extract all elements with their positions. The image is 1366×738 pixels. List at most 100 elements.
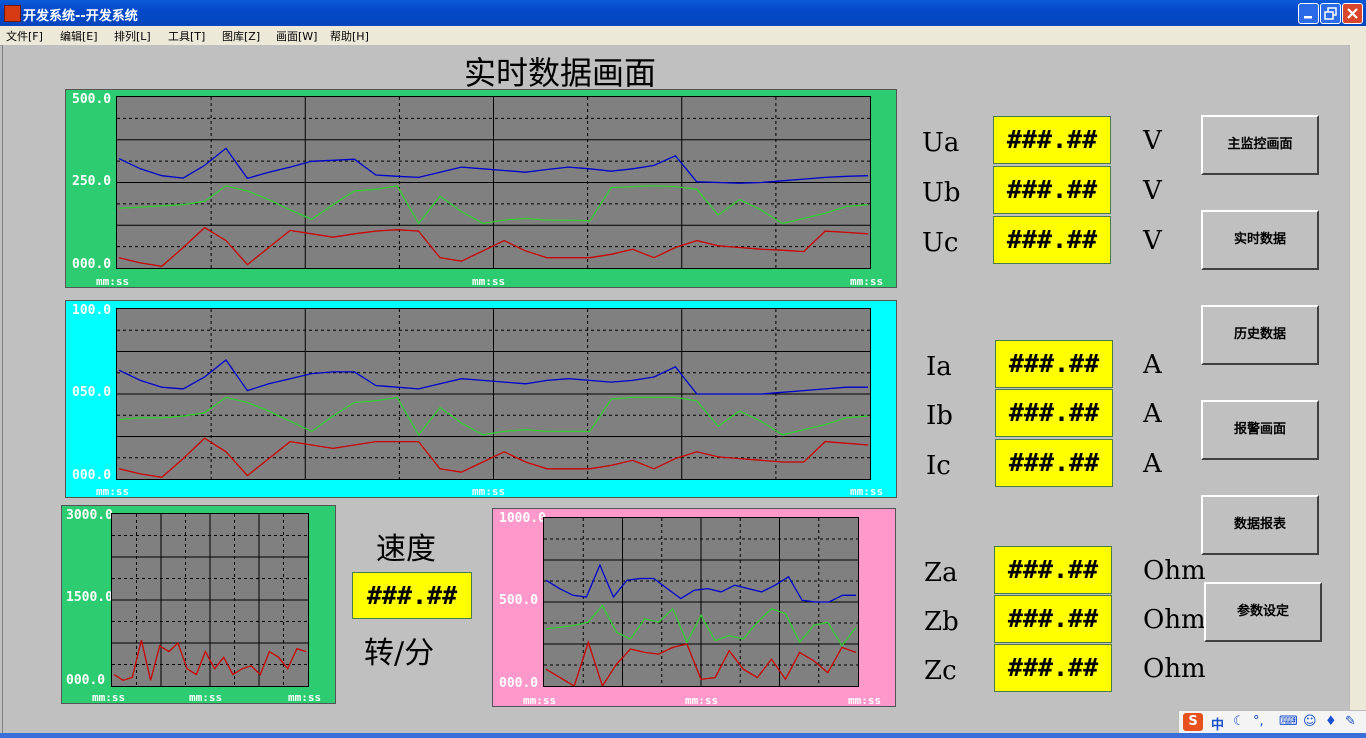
uc-label: Uc	[922, 228, 959, 258]
y-tick-top: 100.0	[72, 303, 112, 318]
x-tick-mid: mm:ss	[189, 691, 223, 704]
ime-language-toggle[interactable]: 中	[1211, 714, 1224, 733]
menu-screen[interactable]: 画面[W]	[276, 28, 317, 44]
zb-unit: Ohm	[1143, 605, 1206, 635]
ime-logo-icon[interactable]: S	[1183, 713, 1203, 731]
user-icon[interactable]: ☺	[1303, 714, 1317, 729]
x-tick-mid: mm:ss	[685, 694, 719, 707]
x-tick-start: mm:ss	[96, 485, 130, 498]
menu-file[interactable]: 文件[F]	[6, 28, 43, 44]
ub-label: Ub	[922, 178, 961, 208]
wrench-icon[interactable]: ✎	[1345, 714, 1356, 729]
impedance-trend-plot	[543, 517, 859, 688]
ua-label: Ua	[922, 128, 960, 158]
x-tick-mid: mm:ss	[472, 485, 506, 498]
zc-unit: Ohm	[1143, 654, 1206, 684]
y-tick-bottom: 000.0	[499, 676, 539, 691]
realtime-data-button[interactable]: 实时数据	[1201, 210, 1319, 270]
menu-bar: 文件[F] 编辑[E] 排列[L] 工具[T] 图库[Z] 画面[W] 帮助[H…	[0, 26, 1366, 46]
skin-icon[interactable]: ♦	[1325, 714, 1337, 729]
menu-arrange[interactable]: 排列[L]	[114, 28, 151, 44]
menu-help[interactable]: 帮助[H]	[330, 28, 369, 44]
taskbar-edge	[0, 733, 1366, 738]
za-label: Za	[924, 558, 958, 588]
y-tick-bottom: 000.0	[66, 673, 106, 688]
speed-unit: 转/分	[364, 636, 435, 671]
minimize-icon	[1304, 16, 1312, 19]
ia-value: ###.##	[995, 340, 1113, 388]
y-tick-top: 1000.0	[499, 511, 546, 526]
punctuation-icon[interactable]: °,	[1253, 714, 1264, 729]
voltage-trend-panel: 500.0 250.0 000.0 mm:ss mm:ss mm:ss	[65, 89, 897, 288]
speed-value: ###.##	[352, 572, 472, 619]
zb-value: ###.##	[994, 595, 1112, 643]
impedance-trend-chart	[544, 518, 858, 688]
y-tick-mid: 050.0	[72, 385, 112, 400]
x-tick-end: mm:ss	[850, 485, 884, 498]
window-title: 开发系统--开发系统	[23, 9, 138, 24]
ua-unit: V	[1143, 126, 1162, 156]
app-icon[interactable]	[4, 5, 21, 22]
current-trend-panel: 100.0 050.0 000.0 mm:ss mm:ss mm:ss	[65, 300, 897, 498]
impedance-trend-panel: 1000.0 500.0 000.0 mm:ss mm:ss mm:ss	[492, 508, 896, 707]
x-tick-end: mm:ss	[848, 694, 882, 707]
zc-label: Zc	[924, 656, 957, 686]
y-tick-top: 500.0	[72, 92, 112, 107]
x-tick-end: mm:ss	[850, 275, 884, 288]
history-data-button[interactable]: 历史数据	[1201, 305, 1319, 365]
y-tick-bottom: 000.0	[72, 257, 112, 272]
title-bar: 开发系统--开发系统	[0, 0, 1366, 26]
speed-trend-chart	[112, 514, 308, 686]
x-tick-mid: mm:ss	[472, 275, 506, 288]
current-trend-chart	[117, 309, 870, 479]
restore-icon	[1324, 7, 1337, 20]
ib-label: Ib	[926, 401, 953, 431]
x-tick-start: mm:ss	[92, 691, 126, 704]
ua-value: ###.##	[993, 116, 1111, 164]
menu-tools[interactable]: 工具[T]	[168, 28, 205, 44]
x-tick-start: mm:ss	[523, 694, 557, 707]
moon-icon[interactable]: ☾	[1233, 714, 1245, 729]
close-icon	[1347, 8, 1358, 19]
ic-unit: A	[1143, 449, 1162, 479]
restore-button[interactable]	[1320, 3, 1341, 24]
y-tick-bottom: 000.0	[72, 468, 112, 483]
ib-value: ###.##	[995, 389, 1113, 437]
y-tick-mid: 1500.0	[66, 590, 113, 605]
y-tick-mid: 500.0	[499, 593, 539, 608]
keyboard-icon[interactable]: ⌨	[1279, 714, 1298, 729]
ib-unit: A	[1143, 399, 1162, 429]
menu-edit[interactable]: 编辑[E]	[60, 28, 98, 44]
main-monitor-button[interactable]: 主监控画面	[1201, 115, 1319, 175]
zb-label: Zb	[924, 607, 959, 637]
speed-trend-plot	[111, 513, 309, 687]
data-report-button[interactable]: 数据报表	[1201, 495, 1319, 555]
za-unit: Ohm	[1143, 556, 1206, 586]
uc-unit: V	[1143, 226, 1162, 256]
ic-value: ###.##	[995, 439, 1113, 487]
minimize-button[interactable]	[1298, 3, 1319, 24]
ic-label: Ic	[926, 451, 951, 481]
close-button[interactable]	[1342, 3, 1363, 24]
ia-label: Ia	[926, 352, 952, 382]
zc-value: ###.##	[994, 644, 1112, 692]
parameter-settings-button[interactable]: 参数设定	[1204, 582, 1322, 642]
speed-label: 速度	[376, 532, 436, 567]
ub-value: ###.##	[993, 166, 1111, 214]
x-tick-start: mm:ss	[96, 275, 130, 288]
vertical-scrollbar[interactable]	[1349, 45, 1366, 733]
y-tick-mid: 250.0	[72, 174, 112, 189]
menu-gallery[interactable]: 图库[Z]	[222, 28, 260, 44]
y-tick-top: 3000.0	[66, 508, 113, 523]
za-value: ###.##	[994, 546, 1112, 594]
current-trend-plot	[116, 308, 871, 480]
voltage-trend-chart	[117, 97, 870, 268]
alarm-screen-button[interactable]: 报警画面	[1201, 400, 1319, 460]
ub-unit: V	[1143, 176, 1162, 206]
uc-value: ###.##	[993, 216, 1111, 264]
screen-title: 实时数据画面	[463, 54, 656, 92]
voltage-trend-plot	[116, 96, 871, 269]
ia-unit: A	[1143, 350, 1162, 380]
speed-trend-panel: 3000.0 1500.0 000.0 mm:ss mm:ss mm:ss	[61, 505, 336, 704]
x-tick-end: mm:ss	[288, 691, 322, 704]
